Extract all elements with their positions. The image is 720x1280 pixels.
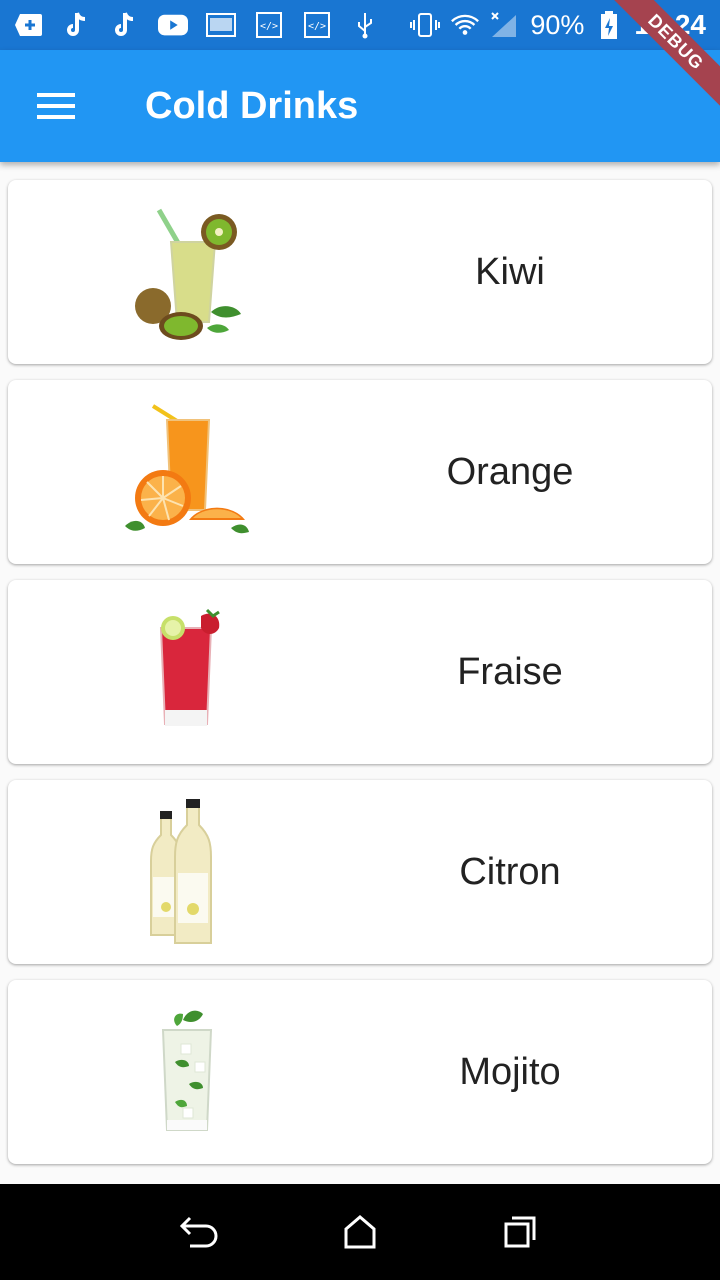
usb-icon (350, 11, 380, 39)
add-box-icon (14, 11, 44, 39)
strawberry-drink-image (8, 580, 368, 764)
drink-card-fraise[interactable]: Fraise (8, 580, 712, 764)
signal-icon (490, 11, 520, 39)
orange-drink-image (8, 380, 368, 564)
drink-label: Orange (446, 450, 574, 493)
mojito-drink-image (8, 980, 368, 1164)
drink-card-citron[interactable]: Citron (8, 780, 712, 964)
wifi-icon (450, 11, 480, 39)
battery-percentage: 90% (530, 9, 585, 40)
battery-charging-icon (594, 11, 624, 39)
code-icon: </> (302, 11, 332, 39)
kiwi-drink-image (8, 180, 368, 364)
drink-label: Mojito (459, 1050, 561, 1093)
lemon-bottles-image (8, 780, 368, 964)
tiktok-icon (62, 11, 92, 39)
recents-button[interactable] (490, 1202, 550, 1262)
status-bar: </> </> 90% 10:24 (0, 0, 720, 50)
svg-text:</>: </> (260, 21, 278, 32)
app-bar: Cold Drinks (0, 50, 720, 162)
drink-card-orange[interactable]: Orange (8, 380, 712, 564)
menu-button[interactable] (0, 50, 112, 162)
code-icon: </> (254, 11, 284, 39)
back-icon (180, 1216, 218, 1248)
clock: 10:24 (634, 9, 706, 40)
drink-label: Citron (459, 850, 561, 893)
image-icon (206, 11, 236, 39)
hamburger-menu-icon (37, 93, 75, 119)
drink-card-kiwi[interactable]: Kiwi (8, 180, 712, 364)
drink-label: Kiwi (475, 250, 545, 293)
page-title: Cold Drinks (145, 84, 359, 127)
drink-card-mojito[interactable]: Mojito (8, 980, 712, 1164)
svg-text:</>: </> (308, 21, 326, 32)
tiktok-icon (110, 11, 140, 39)
recents-icon (504, 1216, 536, 1248)
back-button[interactable] (170, 1202, 230, 1262)
youtube-icon (158, 11, 188, 39)
drink-label: Fraise (457, 650, 563, 693)
status-right: 90% 10:24 (410, 9, 706, 41)
status-left: </> </> (14, 11, 380, 39)
vibrate-icon (410, 11, 441, 39)
system-nav-bar (0, 1184, 720, 1280)
home-icon (344, 1215, 376, 1249)
home-button[interactable] (330, 1202, 390, 1262)
drinks-list[interactable]: Kiwi Orange Fraise Citron Mojito (0, 162, 720, 1184)
